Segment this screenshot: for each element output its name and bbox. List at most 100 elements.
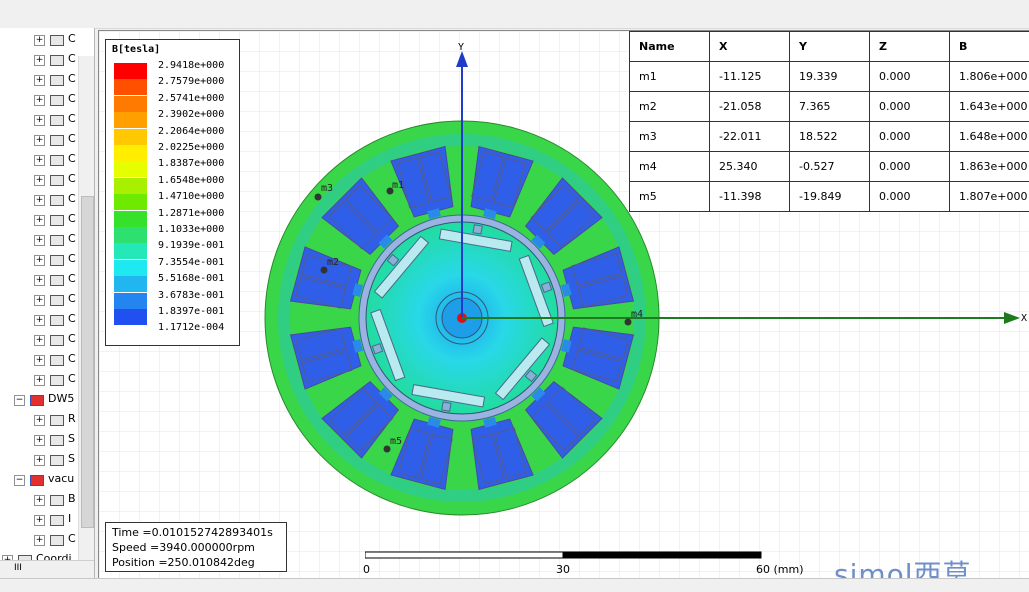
table-cell: m3 (630, 122, 710, 152)
table-cell: 0.000 (870, 62, 950, 92)
legend-swatch (114, 211, 147, 227)
expand-icon[interactable]: + (34, 175, 45, 186)
object-icon (50, 435, 64, 446)
tree-item-label: C (68, 132, 76, 145)
tree-item[interactable]: +C (0, 30, 78, 50)
project-tree[interactable]: +C+C+C+C+C+C+C+C+C+C+C+C+C+C+C+C+C+C−DW5… (0, 28, 95, 578)
table-cell: 18.522 (790, 122, 870, 152)
table-cell: -21.058 (710, 92, 790, 122)
expand-icon[interactable]: + (34, 135, 45, 146)
tree-item-label: vacu (48, 472, 74, 485)
tree-item[interactable]: +B (0, 490, 78, 510)
tree-item-label: C (68, 212, 76, 225)
tree-item[interactable]: +S (0, 430, 78, 450)
tree-item[interactable]: +C (0, 170, 78, 190)
tree-item[interactable]: +C (0, 50, 78, 70)
expand-icon[interactable]: + (34, 95, 45, 106)
tree-item-label: C (68, 112, 76, 125)
tree-item[interactable]: +C (0, 250, 78, 270)
legend-swatch (114, 129, 147, 145)
table-cell: m1 (630, 62, 710, 92)
object-icon (50, 335, 64, 346)
tree-item-label: C (68, 332, 76, 345)
tree-horizontal-scrollbar[interactable]: III (0, 560, 94, 578)
expand-icon[interactable]: + (34, 535, 45, 546)
legend-swatch (114, 227, 147, 243)
marker-m3-dot (315, 194, 322, 201)
object-icon (50, 495, 64, 506)
object-icon (50, 35, 64, 46)
tree-vertical-scrollbar[interactable] (78, 56, 95, 578)
tree-item[interactable]: +C (0, 530, 78, 550)
table-cell: 1.643e+000 (950, 92, 1029, 122)
expand-icon[interactable]: + (34, 55, 45, 66)
table-header: Name (630, 32, 710, 62)
tree-item[interactable]: +C (0, 190, 78, 210)
legend-swatch (114, 178, 147, 194)
expand-icon[interactable]: + (34, 155, 45, 166)
legend-value: 2.3902e+000 (158, 109, 224, 120)
tree-item[interactable]: +C (0, 70, 78, 90)
legend-swatch (114, 309, 147, 325)
expand-icon[interactable]: + (34, 35, 45, 46)
expand-icon[interactable]: + (34, 455, 45, 466)
legend-value: 9.1939e-001 (158, 240, 224, 251)
table-cell: -0.527 (790, 152, 870, 182)
table-cell: -19.849 (790, 182, 870, 212)
expand-icon[interactable]: + (34, 115, 45, 126)
legend-value: 2.9418e+000 (158, 60, 224, 71)
collapse-icon[interactable]: − (14, 395, 25, 406)
tree-item[interactable]: +C (0, 230, 78, 250)
expand-icon[interactable]: + (34, 75, 45, 86)
object-icon (50, 235, 64, 246)
tree-item[interactable]: +C (0, 150, 78, 170)
legend-value: 1.2871e+000 (158, 208, 224, 219)
object-icon (50, 275, 64, 286)
expand-icon[interactable]: + (34, 515, 45, 526)
tree-item[interactable]: +C (0, 110, 78, 130)
legend-title: B[tesla] (112, 44, 160, 55)
tree-item[interactable]: − DW5 (0, 390, 78, 410)
field-plot-viewport[interactable]: Y X m1 m3 m2 m4 m5 B[tesla] 2.9418e+0002… (98, 30, 1029, 579)
expand-icon[interactable]: + (34, 435, 45, 446)
tree-item[interactable]: +S (0, 450, 78, 470)
tree-item[interactable]: +I (0, 510, 78, 530)
scrollbar-thumb[interactable] (81, 196, 94, 528)
table-row: m2-21.0587.3650.0001.643e+000 (630, 92, 1029, 122)
expand-icon[interactable]: + (34, 355, 45, 366)
tree-item[interactable]: +C (0, 290, 78, 310)
tree-item[interactable]: − vacu (0, 470, 78, 490)
tree-item[interactable]: +C (0, 370, 78, 390)
expand-icon[interactable]: + (34, 195, 45, 206)
expand-icon[interactable]: + (34, 235, 45, 246)
expand-icon[interactable]: + (34, 215, 45, 226)
object-icon (50, 195, 64, 206)
expand-icon[interactable]: + (34, 295, 45, 306)
expand-icon[interactable]: + (34, 315, 45, 326)
legend-value: 1.8397e-001 (158, 306, 224, 317)
legend-swatch (114, 293, 147, 309)
expand-icon[interactable]: + (34, 415, 45, 426)
tree-item[interactable]: +C (0, 90, 78, 110)
expand-icon[interactable]: + (34, 275, 45, 286)
table-row: m3-22.01118.5220.0001.648e+000 (630, 122, 1029, 152)
tree-item[interactable]: +C (0, 330, 78, 350)
collapse-icon[interactable]: − (14, 475, 25, 486)
expand-icon[interactable]: + (34, 335, 45, 346)
tree-item[interactable]: +C (0, 310, 78, 330)
expand-icon[interactable]: + (34, 255, 45, 266)
expand-icon[interactable]: + (34, 375, 45, 386)
field-legend[interactable]: B[tesla] 2.9418e+0002.7579e+0002.5741e+0… (105, 39, 240, 346)
tree-item[interactable]: +C (0, 130, 78, 150)
expand-icon[interactable]: + (34, 495, 45, 506)
marker-table: NameXYZB m1-11.12519.3390.0001.806e+000m… (629, 31, 1029, 212)
tree-item[interactable]: +C (0, 270, 78, 290)
tree-item[interactable]: +C (0, 210, 78, 230)
status-bar (0, 578, 1029, 592)
table-cell: 1.806e+000 (950, 62, 1029, 92)
tree-item[interactable]: +R (0, 410, 78, 430)
tree-item[interactable]: +C (0, 350, 78, 370)
legend-swatch (114, 161, 147, 177)
tree-item-label: DW5 (48, 392, 74, 405)
tree-item-label: C (68, 52, 76, 65)
